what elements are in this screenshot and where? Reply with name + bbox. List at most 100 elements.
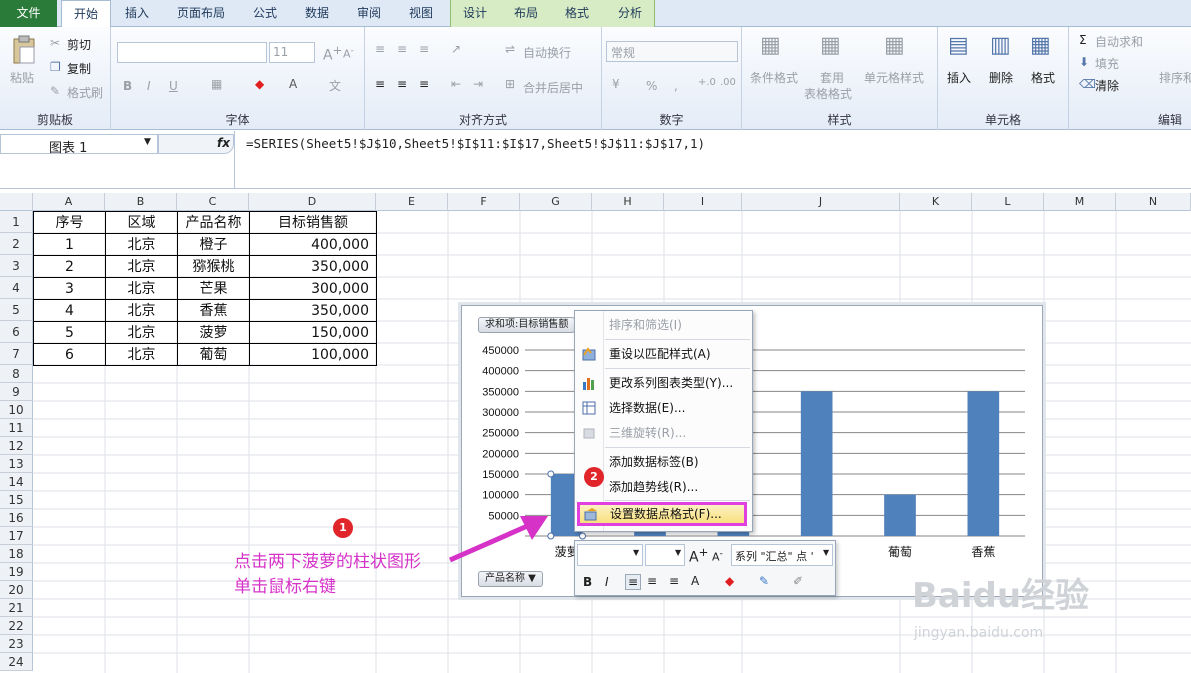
align-top-icon[interactable]: ≡ (375, 42, 385, 56)
increase-decimal-icon[interactable]: +.0 (698, 77, 716, 88)
row-header[interactable]: 15 (0, 491, 33, 509)
tab-format[interactable]: 格式 (554, 0, 600, 27)
tab-file[interactable]: 文件 (0, 0, 57, 27)
chart-bar[interactable] (884, 494, 916, 536)
clear-button[interactable]: 清除 (1095, 77, 1119, 94)
tab-data[interactable]: 数据 (294, 0, 340, 27)
format-cells-button[interactable]: 格式 (1031, 69, 1055, 86)
mini-fill-color-icon[interactable]: ◆ (725, 574, 734, 588)
col-header[interactable]: A (33, 193, 105, 211)
table-cell[interactable]: 北京 (106, 234, 178, 256)
decrease-indent-icon[interactable]: ⇤ (451, 77, 461, 91)
conditional-format-button[interactable]: 条件格式 (750, 69, 798, 86)
mini-grow-font-icon[interactable]: A+ (689, 545, 708, 566)
table-cell[interactable]: 350,000 (250, 300, 377, 322)
insert-cells-button[interactable]: 插入 (947, 69, 971, 86)
row-header[interactable]: 4 (0, 277, 33, 299)
align-middle-icon[interactable]: ≡ (397, 42, 407, 56)
table-header-cell[interactable]: 目标销售额 (250, 212, 377, 234)
tab-analyze[interactable]: 分析 (606, 0, 654, 27)
col-header[interactable]: G (520, 193, 592, 211)
select-all-corner[interactable] (0, 193, 33, 211)
row-header[interactable]: 8 (0, 365, 33, 383)
col-header[interactable]: K (900, 193, 972, 211)
table-cell[interactable]: 北京 (106, 278, 178, 300)
fill-button[interactable]: 填充 (1095, 55, 1119, 72)
table-cell[interactable]: 400,000 (250, 234, 377, 256)
table-cell[interactable]: 北京 (106, 344, 178, 366)
decrease-decimal-icon[interactable]: .00 (720, 77, 736, 88)
autosum-button[interactable]: 自动求和 (1095, 33, 1143, 50)
series-select-combo[interactable]: 系列 "汇总" 点 ' ▼ (731, 544, 833, 566)
row-header[interactable]: 2 (0, 233, 33, 255)
table-cell[interactable]: 橙子 (178, 234, 250, 256)
table-cell[interactable]: 300,000 (250, 278, 377, 300)
fx-icon[interactable]: fx (217, 136, 230, 150)
row-header[interactable]: 14 (0, 473, 33, 491)
mini-font-combo[interactable]: ▼ (577, 544, 643, 566)
menu-item-format-data-point[interactable]: 设置数据点格式(F)... (577, 502, 747, 526)
font-size-combo[interactable]: 11 (269, 42, 315, 63)
delete-cells-button[interactable]: 删除 (989, 69, 1013, 86)
table-cell[interactable]: 3 (34, 278, 106, 300)
table-cell[interactable]: 北京 (106, 322, 178, 344)
row-header[interactable]: 22 (0, 617, 33, 635)
table-header-cell[interactable]: 区域 (106, 212, 178, 234)
col-header[interactable]: I (664, 193, 742, 211)
table-cell[interactable]: 菠萝 (178, 322, 250, 344)
table-cell[interactable]: 100,000 (250, 344, 377, 366)
row-header[interactable]: 11 (0, 419, 33, 437)
table-cell[interactable]: 1 (34, 234, 106, 256)
formula-text[interactable]: =SERIES(Sheet5!$J$10,Sheet5!$I$11:$I$17,… (246, 136, 705, 151)
increase-indent-icon[interactable]: ⇥ (473, 77, 483, 91)
table-cell[interactable]: 芒果 (178, 278, 250, 300)
wrap-text-button[interactable]: 自动换行 (523, 44, 571, 61)
tab-review[interactable]: 审阅 (346, 0, 392, 27)
shrink-font-icon[interactable]: A- (343, 45, 354, 61)
cell-styles-button[interactable]: 单元格样式 (864, 69, 924, 86)
mini-outline-color-icon[interactable]: ✎ (759, 574, 769, 588)
mini-format-painter-icon[interactable]: ✐ (793, 574, 803, 588)
col-header[interactable]: H (592, 193, 664, 211)
chart-bar[interactable] (967, 391, 1000, 536)
tab-formulas[interactable]: 公式 (243, 0, 287, 27)
tab-layout[interactable]: 布局 (503, 0, 549, 27)
fill-color-icon[interactable]: ◆ (255, 77, 264, 91)
table-cell[interactable]: 5 (34, 322, 106, 344)
mini-align-center-icon[interactable]: ≡ (647, 574, 657, 588)
row-header[interactable]: 16 (0, 509, 33, 527)
chevron-down-icon[interactable]: ▼ (144, 137, 151, 147)
row-header[interactable]: 3 (0, 255, 33, 277)
col-header[interactable]: M (1044, 193, 1116, 211)
copy-button[interactable]: 复制 (67, 60, 91, 77)
row-header[interactable]: 12 (0, 437, 33, 455)
tab-page-layout[interactable]: 页面布局 (165, 0, 237, 27)
row-header[interactable]: 13 (0, 455, 33, 473)
paste-button[interactable]: 粘贴 (10, 69, 34, 86)
phonetic-icon[interactable]: 文 (329, 77, 341, 94)
col-header[interactable]: B (105, 193, 177, 211)
tab-insert[interactable]: 插入 (114, 0, 160, 27)
row-header[interactable]: 10 (0, 401, 33, 419)
row-header[interactable]: 7 (0, 343, 33, 365)
table-cell[interactable]: 香蕉 (178, 300, 250, 322)
tab-view[interactable]: 视图 (398, 0, 444, 27)
row-header[interactable]: 17 (0, 527, 33, 545)
paste-icon[interactable] (10, 35, 38, 65)
mini-bold-button[interactable]: B (583, 575, 592, 589)
grow-font-icon[interactable]: A+ (323, 43, 342, 64)
number-format-combo[interactable]: 常规 (606, 41, 738, 62)
row-header[interactable]: 19 (0, 563, 33, 581)
mini-align-left-icon[interactable]: ≡ (625, 574, 642, 590)
menu-item-change-chart-type[interactable]: 更改系列图表类型(Y)... (575, 372, 752, 394)
axis-field-button[interactable]: 产品名称 ▼ (478, 571, 543, 587)
comma-button[interactable]: , (674, 79, 678, 93)
row-header[interactable]: 18 (0, 545, 33, 563)
row-header[interactable]: 5 (0, 299, 33, 321)
menu-item-select-data[interactable]: 选择数据(E)... (575, 397, 752, 419)
table-cell[interactable]: 6 (34, 344, 106, 366)
font-color-icon[interactable]: A (289, 77, 297, 91)
bold-button[interactable]: B (123, 79, 132, 93)
sort-filter-button[interactable]: 排序和 (1159, 69, 1191, 86)
row-header[interactable]: 20 (0, 581, 33, 599)
